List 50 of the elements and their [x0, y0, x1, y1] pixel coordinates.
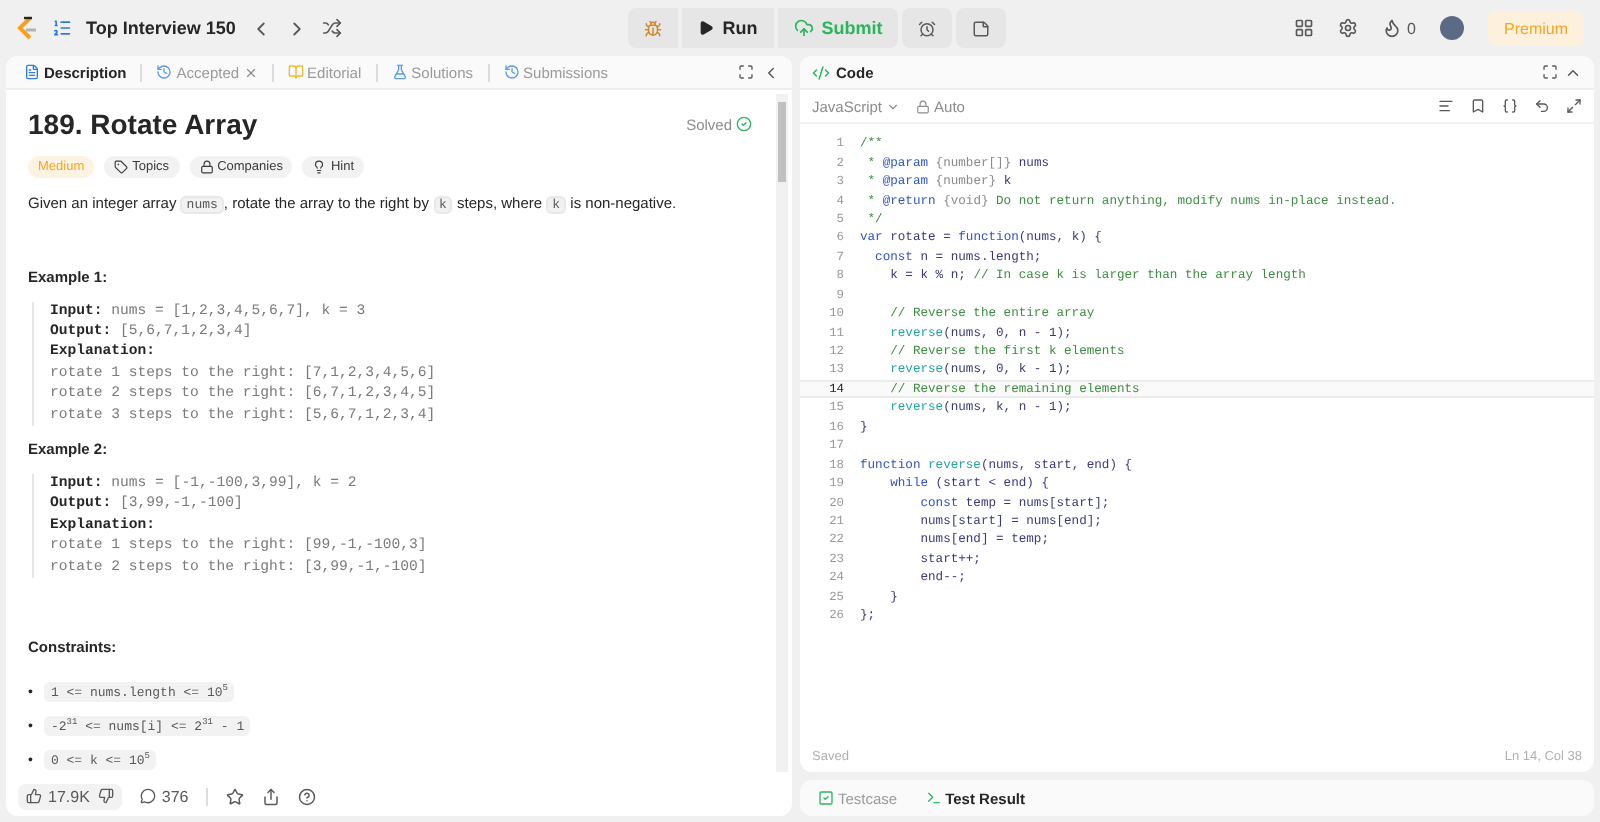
- timer-button[interactable]: [902, 8, 953, 48]
- alarm-clock-icon: [918, 19, 937, 37]
- flask-icon: [391, 64, 408, 80]
- avatar[interactable]: [1440, 16, 1464, 40]
- history-icon: [503, 64, 520, 80]
- document-icon: [24, 64, 40, 80]
- run-button[interactable]: Run: [682, 8, 774, 48]
- comments-button[interactable]: 376: [139, 787, 189, 805]
- collapse-icon: [762, 63, 780, 81]
- format-icon: [1438, 98, 1454, 114]
- scrollbar[interactable]: [776, 94, 788, 772]
- study-plan-link[interactable]: Top Interview 150: [86, 18, 236, 38]
- note-icon: [972, 19, 991, 37]
- terminal-icon: [925, 790, 942, 806]
- problem-title: 189. Rotate Array: [28, 108, 258, 140]
- share-icon: [262, 787, 281, 805]
- thumbs-up-icon: [26, 788, 42, 804]
- lock-icon: [916, 99, 931, 113]
- star-icon: [226, 787, 245, 805]
- streak-counter[interactable]: 0: [1381, 18, 1416, 38]
- bookmark-icon: [1470, 98, 1486, 114]
- notes-button[interactable]: [956, 8, 1007, 48]
- lightbulb-icon: [312, 160, 327, 174]
- grid-icon: [1293, 18, 1314, 38]
- history-icon: [156, 64, 173, 80]
- check-icon: [736, 116, 752, 132]
- undo-icon: [1534, 98, 1550, 114]
- bug-icon: [644, 19, 663, 37]
- dislike-button[interactable]: [97, 788, 114, 804]
- code-icon: [812, 63, 830, 81]
- book-icon: [287, 64, 304, 80]
- chevron-down-icon: [886, 99, 901, 113]
- logo-icon[interactable]: [16, 15, 38, 41]
- comment-icon: [139, 788, 156, 804]
- tag-icon: [114, 160, 129, 174]
- maximize-icon: [1542, 64, 1558, 80]
- settings-icon: [1337, 18, 1358, 38]
- lock-icon: [199, 160, 214, 174]
- braces-icon: [1502, 98, 1518, 114]
- debug-button[interactable]: [628, 8, 679, 48]
- play-icon: [698, 20, 715, 36]
- help-icon: [298, 787, 317, 805]
- thumbs-down-icon: [97, 788, 114, 804]
- list-icon: [52, 18, 72, 38]
- expand-icon: [1566, 98, 1582, 114]
- checkbox-icon: [818, 790, 834, 806]
- cloud-upload-icon: [793, 18, 814, 38]
- shuffle-icon: [321, 18, 342, 38]
- maximize-icon: [738, 64, 754, 80]
- flame-icon: [1381, 18, 1402, 38]
